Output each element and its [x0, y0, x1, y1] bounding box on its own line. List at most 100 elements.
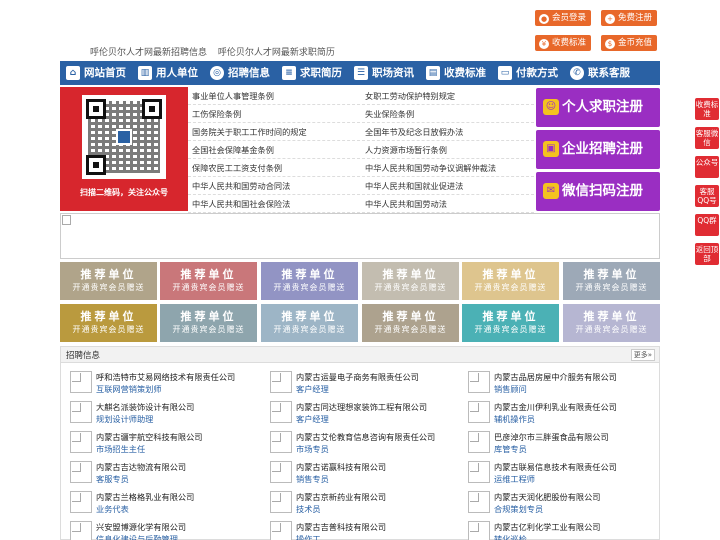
free-register-button[interactable]: + 免费注册: [601, 10, 658, 26]
side-service-wechat[interactable]: 客服微信: [695, 127, 719, 149]
side-service-qq[interactable]: 客服QQ号: [695, 185, 719, 207]
recommend-tile[interactable]: 推荐单位 开通贵宾会员赠送: [60, 262, 157, 300]
job-item[interactable]: 兴安盟博源化学有限公司 信息化建设与后勤管理: [64, 520, 260, 540]
nav-fees[interactable]: ▤ 收费标准: [420, 61, 492, 85]
job-position[interactable]: 市场招生主任: [96, 443, 145, 455]
company-name[interactable]: 内蒙古亿利化学工业有限公司: [494, 521, 600, 533]
job-position[interactable]: 操作工: [296, 533, 321, 540]
company-name[interactable]: 内蒙古疆宇航空科技有限公司: [96, 431, 202, 443]
company-name[interactable]: 内蒙古天润化肥股份有限公司: [494, 491, 600, 503]
company-name[interactable]: 内蒙古金川伊利乳业有限责任公司: [494, 401, 617, 413]
job-position[interactable]: 互联网营销策划师: [96, 383, 162, 395]
job-position[interactable]: 销售顾问: [494, 383, 527, 395]
job-item[interactable]: 内蒙古京新药业有限公司 技术员: [264, 490, 460, 518]
job-item[interactable]: 内蒙古联易信息技术有限责任公司 运维工程师: [462, 460, 658, 488]
recommend-tile[interactable]: 推荐单位 开通贵宾会员赠送: [462, 304, 559, 342]
side-fee-standard[interactable]: 收费标准: [695, 98, 719, 120]
job-position[interactable]: 技术员: [296, 503, 321, 515]
nav-jobs[interactable]: ◎ 招聘信息: [204, 61, 276, 85]
wechat-register-button[interactable]: ✉ 微信扫码注册: [536, 172, 660, 211]
job-position[interactable]: 市场专员: [296, 443, 329, 455]
fee-standard-button[interactable]: ¥ 收费标准: [535, 35, 592, 51]
company-name[interactable]: 内蒙古诺赢科技有限公司: [296, 461, 386, 473]
law-link[interactable]: 中华人民共和国劳动合同法: [188, 177, 361, 194]
job-item[interactable]: 内蒙古运曼电子商务有限责任公司 客户经理: [264, 370, 460, 398]
job-item[interactable]: 内蒙古吉普科技有限公司 操作工: [264, 520, 460, 540]
job-item[interactable]: 内蒙古品居房屋中介服务有限公司 销售顾问: [462, 370, 658, 398]
latest-resumes-link[interactable]: 呼伦贝尔人才网最新求职简历: [218, 48, 335, 58]
side-back-to-top[interactable]: 返回顶部: [695, 243, 719, 265]
law-link[interactable]: 全国社会保障基金条例: [188, 141, 361, 158]
job-position[interactable]: 客户经理: [296, 413, 329, 425]
company-name[interactable]: 巴彦淖尔市三胖蛋食品有限公司: [494, 431, 609, 443]
job-item[interactable]: 内蒙古亿利化学工业有限公司 转化巡检: [462, 520, 658, 540]
law-link[interactable]: 中华人民共和国劳动争议调解仲裁法: [361, 159, 534, 176]
job-position[interactable]: 运维工程师: [494, 473, 535, 485]
company-name[interactable]: 内蒙古同达理想家装饰工程有限公司: [296, 401, 427, 413]
company-name[interactable]: 呼和浩特市艾易网络技术有限责任公司: [96, 371, 235, 383]
job-position[interactable]: 销售专员: [296, 473, 329, 485]
law-link[interactable]: 人力资源市场暂行条例: [361, 141, 534, 158]
job-item[interactable]: 内蒙古金川伊利乳业有限责任公司 辅机操作员: [462, 400, 658, 428]
nav-home[interactable]: ⌂ 网站首页: [60, 61, 132, 85]
job-item[interactable]: 内蒙古同达理想家装饰工程有限公司 客户经理: [264, 400, 460, 428]
law-link[interactable]: 保障农民工工资支付条例: [188, 159, 361, 176]
member-login-button[interactable]: ● 会员登录: [535, 10, 592, 26]
law-link[interactable]: 失业保险条例: [361, 105, 534, 122]
nav-employers[interactable]: ▥ 用人单位: [132, 61, 204, 85]
job-position[interactable]: 合规策划专员: [494, 503, 543, 515]
personal-register-button[interactable]: ☺ 个人求职注册: [536, 88, 660, 127]
job-item[interactable]: 内蒙古兰格格乳业有限公司 业务代表: [64, 490, 260, 518]
side-qq-group[interactable]: QQ群: [695, 214, 719, 236]
job-item[interactable]: 巴彦淖尔市三胖蛋食品有限公司 库管专员: [462, 430, 658, 458]
law-link[interactable]: 中华人民共和国社会保险法: [188, 195, 361, 212]
recommend-tile[interactable]: 推荐单位 开通贵宾会员赠送: [563, 304, 660, 342]
coin-recharge-button[interactable]: $ 金币充值: [601, 35, 658, 51]
job-item[interactable]: 内蒙古天润化肥股份有限公司 合规策划专员: [462, 490, 658, 518]
job-item[interactable]: 内蒙古艾伦教育信息咨询有限责任公司 市场专员: [264, 430, 460, 458]
company-name[interactable]: 内蒙古京新药业有限公司: [296, 491, 386, 503]
company-name[interactable]: 内蒙古吉达物流有限公司: [96, 461, 186, 473]
company-name[interactable]: 内蒙古品居房屋中介服务有限公司: [494, 371, 617, 383]
recommend-tile[interactable]: 推荐单位 开通贵宾会员赠送: [362, 262, 459, 300]
recommend-tile[interactable]: 推荐单位 开通贵宾会员赠送: [261, 262, 358, 300]
more-jobs-link[interactable]: 更多»: [630, 349, 655, 361]
job-position[interactable]: 客户经理: [296, 383, 329, 395]
nav-payment[interactable]: ▭ 付款方式: [492, 61, 564, 85]
side-official-account[interactable]: 公众号: [695, 156, 719, 178]
recommend-tile[interactable]: 推荐单位 开通贵宾会员赠送: [160, 304, 257, 342]
banner-ad[interactable]: [60, 213, 660, 259]
recommend-tile[interactable]: 推荐单位 开通贵宾会员赠送: [563, 262, 660, 300]
company-name[interactable]: 内蒙古兰格格乳业有限公司: [96, 491, 194, 503]
law-link[interactable]: 工伤保险条例: [188, 105, 361, 122]
job-item[interactable]: 呼和浩特市艾易网络技术有限责任公司 互联网营销策划师: [64, 370, 260, 398]
job-position[interactable]: 业务代表: [96, 503, 129, 515]
job-position[interactable]: 规划设计师助理: [96, 413, 153, 425]
job-position[interactable]: 信息化建设与后勤管理: [96, 533, 178, 540]
company-register-button[interactable]: ▣ 企业招聘注册: [536, 130, 660, 169]
job-item[interactable]: 内蒙古疆宇航空科技有限公司 市场招生主任: [64, 430, 260, 458]
company-name[interactable]: 内蒙古吉普科技有限公司: [296, 521, 386, 533]
job-position[interactable]: 转化巡检: [494, 533, 527, 540]
recommend-tile[interactable]: 推荐单位 开通贵宾会员赠送: [462, 262, 559, 300]
law-link[interactable]: 全国年节及纪念日放假办法: [361, 123, 534, 140]
job-item[interactable]: 内蒙古诺赢科技有限公司 销售专员: [264, 460, 460, 488]
latest-jobs-link[interactable]: 呼伦贝尔人才网最新招聘信息: [90, 48, 207, 58]
law-link[interactable]: 中华人民共和国劳动法: [361, 195, 534, 212]
recommend-tile[interactable]: 推荐单位 开通贵宾会员赠送: [60, 304, 157, 342]
job-position[interactable]: 客服专员: [96, 473, 129, 485]
law-link[interactable]: 中华人民共和国就业促进法: [361, 177, 534, 194]
nav-news[interactable]: ☰ 职场资讯: [348, 61, 420, 85]
law-link[interactable]: 事业单位人事管理条例: [188, 87, 361, 104]
company-name[interactable]: 内蒙古运曼电子商务有限责任公司: [296, 371, 419, 383]
recommend-tile[interactable]: 推荐单位 开通贵宾会员赠送: [261, 304, 358, 342]
job-item[interactable]: 大麒名派装饰设计有限公司 规划设计师助理: [64, 400, 260, 428]
recommend-tile[interactable]: 推荐单位 开通贵宾会员赠送: [362, 304, 459, 342]
law-link[interactable]: 女职工劳动保护特别规定: [361, 87, 534, 104]
nav-contact[interactable]: ✆ 联系客服: [564, 61, 636, 85]
company-name[interactable]: 内蒙古艾伦教育信息咨询有限责任公司: [296, 431, 435, 443]
company-name[interactable]: 大麒名派装饰设计有限公司: [96, 401, 194, 413]
company-name[interactable]: 内蒙古联易信息技术有限责任公司: [494, 461, 617, 473]
company-name[interactable]: 兴安盟博源化学有限公司: [96, 521, 186, 533]
law-link[interactable]: 国务院关于职工工作时间的规定: [188, 123, 361, 140]
